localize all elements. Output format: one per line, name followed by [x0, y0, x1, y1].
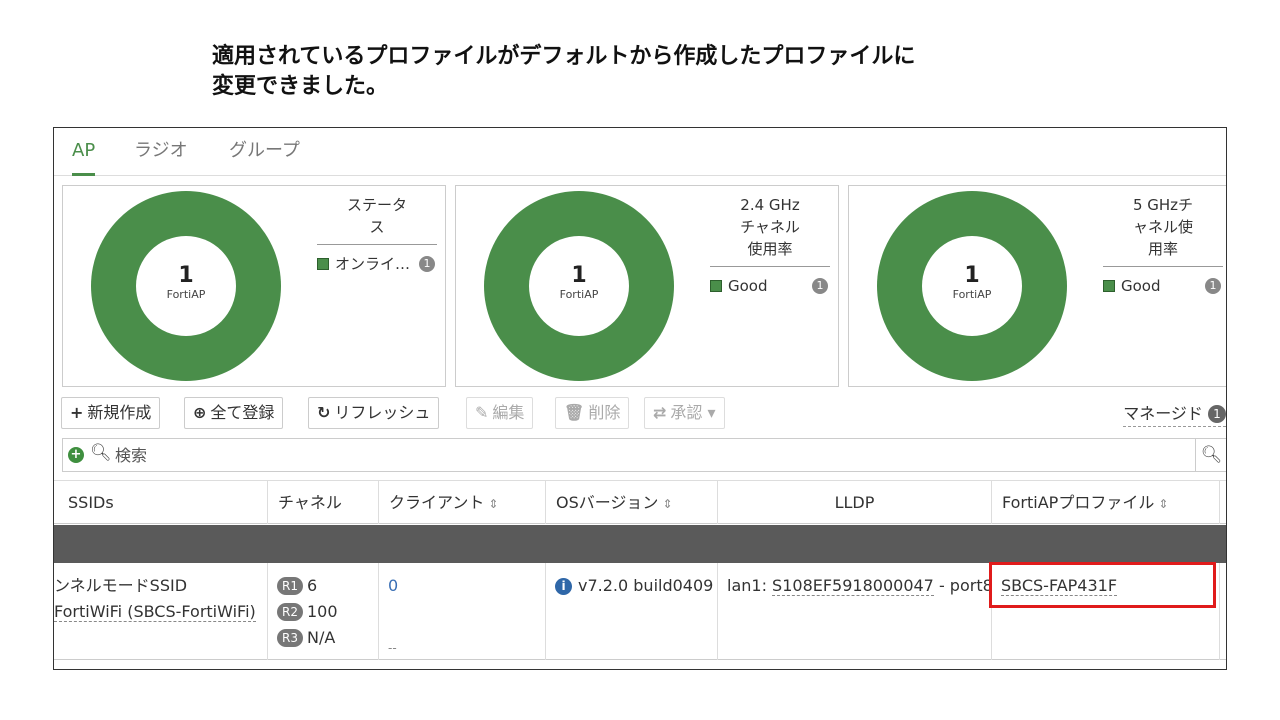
search-input[interactable] — [115, 443, 1185, 467]
channel-5ghz-title: 5 GHzチ ャネル使 用率 — [1103, 194, 1223, 267]
group-row[interactable] — [54, 525, 1226, 563]
tab-radio[interactable]: ラジオ — [134, 136, 188, 176]
managed-count-badge: 1 — [1208, 405, 1226, 423]
cell-ssids: ンネルモードSSID FortiWiFi (SBCS-FortiWiFi) — [54, 563, 268, 660]
search-bar: + 🔍︎ 🔍︎ — [62, 438, 1226, 472]
sort-icon: ⇕ — [488, 497, 499, 511]
managed-filter[interactable]: マネージド 1 — [1123, 400, 1226, 427]
legend-item-good[interactable]: Good 1 — [1103, 275, 1223, 297]
status-donut-chart: 1 FortiAP — [91, 191, 281, 381]
delete-button[interactable]: 🗑 削除 — [555, 397, 630, 429]
channel-2ghz-donut-chart: 1 FortiAP — [484, 191, 674, 381]
channel-5ghz-legend: 5 GHzチ ャネル使 用率 Good 1 — [1103, 194, 1223, 297]
register-icon: ⊕ — [193, 403, 207, 422]
caption-line-1: 適用されているプロファイルがデフォルトから作成したプロファイルに — [212, 44, 916, 69]
column-channel[interactable]: チャネル — [268, 481, 379, 524]
status-count-label: FortiAP — [166, 288, 206, 301]
channel-2ghz-card[interactable]: 1 FortiAP 2.4 GHz チャネル 使用率 Good 1 — [455, 185, 839, 387]
lldp-device-link[interactable]: S108EF5918000047 — [772, 576, 934, 596]
refresh-button[interactable]: ↻ リフレッシュ — [308, 397, 440, 429]
channel-2ghz-legend: 2.4 GHz チャネル 使用率 Good 1 — [710, 194, 830, 297]
search-icon: 🔍︎ — [90, 443, 112, 463]
authorize-dropdown[interactable]: ⇄ 承認 ▾ — [644, 397, 725, 429]
view-tabs: AP ラジオ グループ — [54, 128, 1226, 176]
status-count: 1 — [178, 263, 194, 288]
column-clients[interactable]: クライアント ⇕ — [379, 481, 546, 524]
legend-label: Good — [1121, 277, 1161, 295]
table-header: SSIDs チャネル クライアント ⇕ OSバージョン ⇕ LLDP FortiAP… — [54, 480, 1226, 524]
caret-down-icon: ▾ — [707, 403, 716, 422]
info-icon[interactable]: i — [555, 578, 572, 595]
create-new-button[interactable]: + 新規作成 — [61, 397, 161, 429]
legend-item-good[interactable]: Good 1 — [710, 275, 830, 297]
green-swatch-icon — [317, 258, 329, 270]
column-fortiap-profile[interactable]: FortiAPプロファイル ⇕ — [992, 481, 1220, 524]
channel-5ghz-count: 1 — [964, 263, 980, 288]
radio-badge: R3 — [277, 629, 303, 647]
column-os-version[interactable]: OSバージョン ⇕ — [546, 481, 718, 524]
column-ssids[interactable]: SSIDs — [54, 481, 268, 524]
channel-2ghz-count: 1 — [571, 263, 587, 288]
refresh-icon: ↻ — [317, 403, 331, 422]
legend-count-badge: 1 — [419, 256, 435, 272]
slide-caption: 適用されているプロファイルがデフォルトから作成したプロファイルに 変更できました… — [212, 42, 915, 102]
sort-icon: ⇕ — [662, 497, 673, 511]
radio-badge: R2 — [277, 603, 303, 621]
status-title: ステータス — [317, 194, 437, 245]
add-filter-icon[interactable]: + — [68, 447, 84, 463]
green-swatch-icon — [1103, 280, 1115, 292]
channel-5ghz-donut-chart: 1 FortiAP — [877, 191, 1067, 381]
clients-count-link[interactable]: 0 — [388, 576, 398, 595]
highlight-box — [989, 562, 1216, 608]
legend-label: オンライ… — [335, 255, 411, 273]
caption-line-2: 変更できました。 — [212, 74, 389, 99]
radio-badge: R1 — [277, 577, 303, 595]
pencil-icon: ✎ — [475, 403, 489, 422]
column-lldp[interactable]: LLDP — [718, 481, 992, 524]
search-submit-icon[interactable]: 🔍︎ — [1195, 439, 1226, 471]
legend-label: Good — [728, 277, 768, 295]
plus-icon: + — [70, 403, 84, 422]
trash-icon: 🗑 — [564, 403, 585, 422]
status-card[interactable]: 1 FortiAP ステータス オンライ… 1 — [62, 185, 446, 387]
channel-5ghz-count-label: FortiAP — [952, 288, 992, 301]
ssid-link[interactable]: FortiWiFi (SBCS-FortiWiFi) — [54, 602, 256, 622]
status-legend: ステータス オンライ… 1 — [317, 194, 437, 275]
green-swatch-icon — [710, 280, 722, 292]
cell-channel: R1 6 R2 100 R3 N/A — [268, 563, 379, 660]
channel-2ghz-count-label: FortiAP — [559, 288, 599, 301]
channel-5ghz-card[interactable]: 1 FortiAP 5 GHzチ ャネル使 用率 Good 1 — [848, 185, 1226, 387]
channel-2ghz-title: 2.4 GHz チャネル 使用率 — [710, 194, 830, 267]
legend-count-badge: 1 — [812, 278, 828, 294]
cell-os-version: i v7.2.0 build0409 — [546, 563, 718, 660]
cell-lldp: lan1: S108EF5918000047 - port8 — [718, 563, 992, 660]
cell-clients: 0 -- — [379, 563, 546, 660]
legend-count-badge: 1 — [1205, 278, 1221, 294]
toolbar: + 新規作成 ⊕ 全て登録 ↻ リフレッシュ ✎ 編集 🗑 削除 ⇄ 承認 ▾ マネージド … — [54, 394, 1226, 432]
sort-icon: ⇕ — [1158, 497, 1169, 511]
legend-item-online[interactable]: オンライ… 1 — [317, 253, 437, 275]
exchange-icon: ⇄ — [653, 403, 667, 422]
tab-ap[interactable]: AP — [72, 136, 96, 176]
tab-group[interactable]: グループ — [229, 136, 300, 176]
register-all-button[interactable]: ⊕ 全て登録 — [184, 397, 284, 429]
clients-sub: -- — [388, 641, 397, 655]
edit-button[interactable]: ✎ 編集 — [466, 397, 534, 429]
